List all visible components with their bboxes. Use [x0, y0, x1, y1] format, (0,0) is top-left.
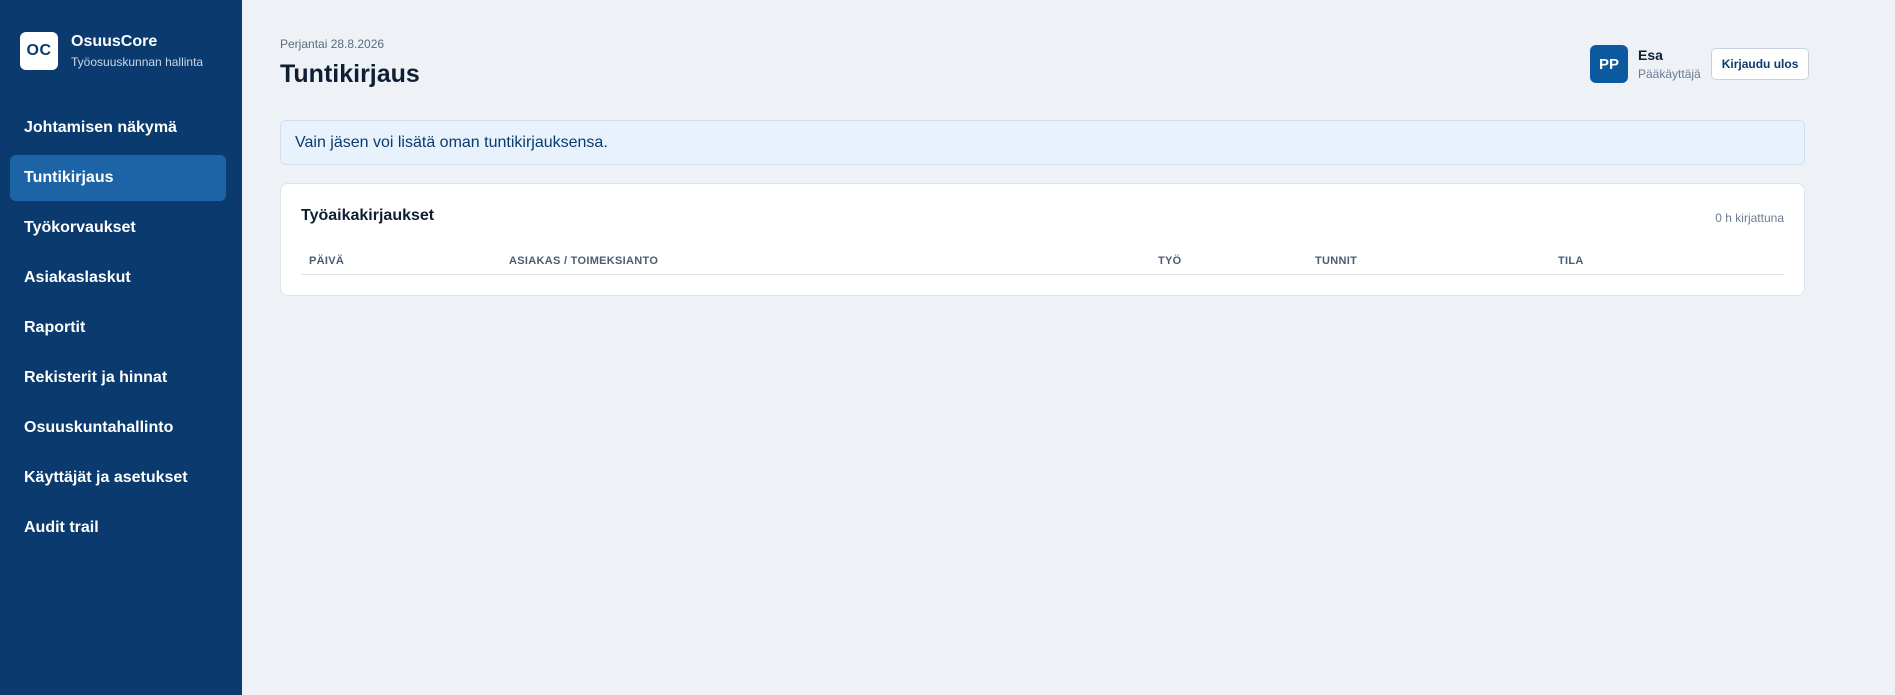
user-role: Pääkäyttäjä [1638, 67, 1701, 81]
sidebar-item-tuntikirjaus[interactable]: Tuntikirjaus [10, 155, 226, 201]
column-header-customer: ASIAKAS / TOIMEKSIANTO [509, 255, 659, 267]
entries-title: Työaikakirjaukset [301, 207, 435, 224]
logout-button[interactable]: Kirjaudu ulos [1710, 48, 1810, 80]
entries-card: Työaikakirjaukset 0 h kirjattuna PÄIVÄ A… [280, 183, 1805, 296]
sidebar-item-rekisterit-ja-hinnat[interactable]: Rekisterit ja hinnat [10, 355, 226, 401]
column-header-work: TYÖ [1158, 255, 1182, 267]
user-panel: PP Esa Pääkäyttäjä Kirjaudu ulos [1590, 45, 1810, 83]
brand-text: OsuusCore Työosuuskunnan hallinta [71, 32, 203, 70]
sidebar-item-kayttajat-ja-asetukset[interactable]: Käyttäjät ja asetukset [10, 455, 226, 501]
table-header: PÄIVÄ ASIAKAS / TOIMEKSIANTO TYÖ TUNNIT … [301, 249, 1784, 275]
avatar: PP [1590, 45, 1628, 83]
hours-summary: 0 h kirjattuna [1715, 211, 1784, 225]
sidebar-item-osuuskuntahallinto[interactable]: Osuuskuntahallinto [10, 405, 226, 451]
sidebar-nav: Johtamisen näkymä Tuntikirjaus Työkorvau… [10, 105, 226, 555]
info-notice: Vain jäsen voi lisätä oman tuntikirjauks… [280, 120, 1805, 165]
column-header-status: TILA [1558, 255, 1584, 267]
brand-name: OsuusCore [71, 33, 158, 50]
page-title: Tuntikirjaus [280, 60, 420, 88]
sidebar-item-johtamisen-nakyma[interactable]: Johtamisen näkymä [10, 105, 226, 151]
brand-logo: OC [20, 32, 58, 70]
column-header-hours: TUNNIT [1315, 255, 1358, 267]
main-content: Perjantai 28.8.2026 Tuntikirjaus PP Esa … [242, 0, 1895, 695]
sidebar-item-tyokorvaukset[interactable]: Työkorvaukset [10, 205, 226, 251]
brand: OC OsuusCore Työosuuskunnan hallinta [20, 32, 203, 70]
sidebar-item-raportit[interactable]: Raportit [10, 305, 226, 351]
sidebar-item-asiakaslaskut[interactable]: Asiakaslaskut [10, 255, 226, 301]
sidebar: OC OsuusCore Työosuuskunnan hallinta Joh… [0, 0, 242, 695]
user-info: Esa Pääkäyttäjä [1638, 46, 1701, 82]
brand-subtitle: Työosuuskunnan hallinta [71, 55, 204, 69]
column-header-date: PÄIVÄ [309, 255, 345, 267]
sidebar-item-audit-trail[interactable]: Audit trail [10, 505, 226, 551]
current-date: Perjantai 28.8.2026 [280, 37, 385, 51]
user-name: Esa [1638, 47, 1663, 63]
